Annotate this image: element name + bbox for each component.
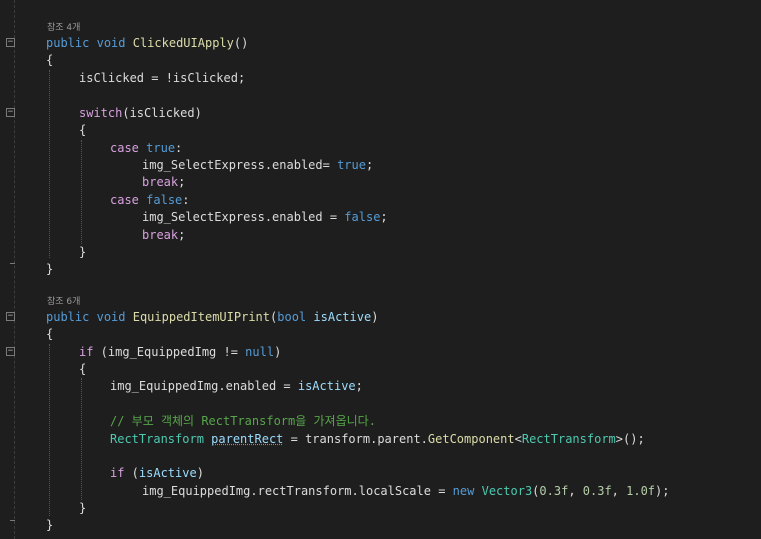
code-text: : [175, 141, 183, 155]
fold-minus-icon[interactable]: − [6, 347, 15, 356]
code-text: img_EquippedImg.enabled = [110, 379, 298, 393]
code-line: isClicked = !isClicked; [79, 71, 246, 85]
code-line: switch(isClicked) [79, 105, 202, 122]
literal: null [245, 345, 275, 359]
indent-guide [81, 378, 82, 500]
parameter: isActive [313, 310, 372, 324]
parameter: isActive [297, 379, 356, 393]
number-literal: 0.3f [582, 484, 612, 498]
literal: false [146, 193, 183, 207]
type-name: RectTransform [110, 432, 204, 446]
number-literal: 0.3f [539, 484, 569, 498]
code-text: ); [655, 484, 670, 498]
keyword: break [142, 175, 179, 189]
fold-minus-icon[interactable]: − [6, 312, 15, 321]
code-text: ) [196, 466, 204, 480]
code-text: img_EquippedImg.rectTransform.localScale… [142, 484, 453, 498]
code-text: ) [371, 310, 379, 324]
keyword: case [110, 141, 139, 155]
keyword: case [110, 193, 139, 207]
code-text: ; [355, 379, 363, 393]
keyword: bool [277, 310, 307, 324]
code-line: img_SelectExpress.enabled= true; [142, 157, 373, 174]
code-line: } [46, 518, 54, 532]
code-text: () [233, 36, 249, 50]
literal: true [337, 158, 366, 172]
code-line: break; [142, 174, 185, 191]
code-line: { [79, 362, 87, 376]
code-line: } [79, 501, 87, 515]
code-text: < [514, 432, 522, 446]
type-name: Vector3 [481, 484, 533, 498]
indent-guide [49, 70, 50, 258]
code-line: { [46, 53, 54, 67]
code-text: ; [365, 158, 374, 172]
references-codelens[interactable]: 참조 4개 [47, 21, 80, 35]
code-line: if (img_EquippedImg != null) [79, 344, 281, 361]
keyword: public [46, 36, 90, 50]
indent-guide [49, 344, 50, 516]
code-line: } [46, 262, 54, 276]
indent-guide [81, 140, 82, 244]
keyword: public [46, 310, 90, 324]
references-codelens[interactable]: 참조 6개 [47, 295, 80, 309]
code-text: >(); [615, 432, 645, 446]
keyword: if [79, 345, 94, 359]
code-text: : [182, 193, 190, 207]
code-line: { [46, 327, 54, 341]
code-line: case false: [110, 192, 190, 209]
type-name: RectTransform [521, 432, 616, 446]
keyword: void [96, 310, 126, 324]
keyword: new [452, 484, 475, 498]
literal: true [146, 141, 176, 155]
fold-minus-icon[interactable]: − [6, 108, 15, 117]
code-line: RectTransform parentRect = transform.par… [110, 431, 645, 448]
gutter-line [14, 0, 15, 539]
keyword: switch [79, 106, 123, 120]
fold-end-tick [10, 520, 15, 521]
number-literal: 1.0f [626, 484, 656, 498]
method-name: GetComponent [427, 432, 515, 446]
literal: false [344, 210, 381, 224]
code-line: case true: [110, 140, 182, 157]
code-line: img_EquippedImg.enabled = isActive; [110, 378, 363, 395]
code-line: { [79, 123, 87, 137]
keyword: void [96, 36, 126, 50]
code-line: img_EquippedImg.rectTransform.localScale… [142, 483, 669, 500]
parameter: isActive [138, 466, 197, 480]
code-line: public void ClickedUIApply() [46, 35, 248, 52]
keyword: if [110, 466, 125, 480]
code-text: ; [380, 210, 388, 224]
method-name: ClickedUIApply [132, 36, 234, 50]
code-text: ( [124, 466, 139, 480]
code-text: ; [178, 175, 186, 189]
code-text: = transform.parent. [283, 432, 428, 446]
code-text: ; [178, 228, 186, 242]
code-text: (isClicked) [122, 106, 202, 120]
code-text: img_SelectExpress.enabled = [142, 210, 345, 224]
method-name: EquippedItemUIPrint [132, 310, 271, 324]
keyword: break [142, 228, 179, 242]
code-text: , [568, 484, 583, 498]
code-comment: // 부모 객체의 RectTransform을 가져옵니다. [110, 413, 376, 430]
code-line: break; [142, 227, 185, 244]
fold-end-tick [10, 263, 15, 264]
code-text: img_SelectExpress.enabled= [142, 158, 338, 172]
comment-text: // 부모 객체의 RectTransform을 가져옵니다. [110, 414, 376, 428]
code-text: ) [274, 345, 282, 359]
code-line: public void EquippedItemUIPrint(bool isA… [46, 309, 378, 326]
code-line: img_SelectExpress.enabled = false; [142, 209, 388, 226]
code-line: if (isActive) [110, 465, 204, 482]
fold-minus-icon[interactable]: − [6, 38, 15, 47]
code-line: } [79, 245, 87, 259]
code-text: (img_EquippedImg != [93, 345, 246, 359]
local-variable: parentRect [211, 432, 284, 446]
code-text: , [611, 484, 627, 498]
